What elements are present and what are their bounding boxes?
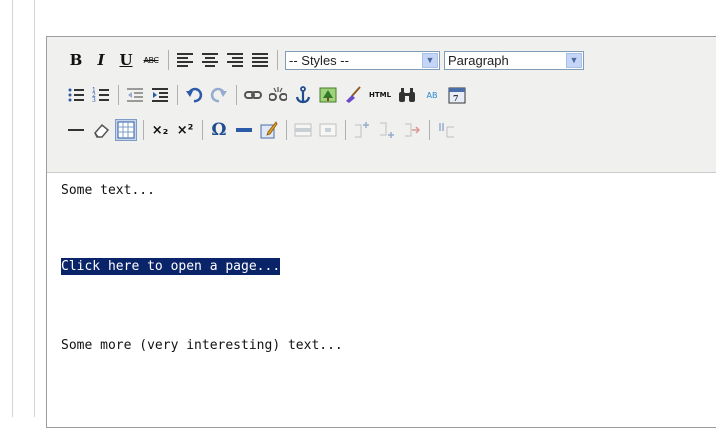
rich-text-editor: B I U ABC -- Styles -- ▼ Paragraph ▼ 1 2… bbox=[46, 36, 716, 428]
insert-row-after-button[interactable] bbox=[376, 119, 398, 141]
link-icon bbox=[244, 91, 262, 99]
indent-icon bbox=[152, 88, 168, 102]
format-select[interactable]: Paragraph ▼ bbox=[444, 50, 584, 70]
insert-row-after-icon bbox=[380, 122, 394, 138]
remove-format-button[interactable] bbox=[90, 119, 112, 141]
table-grid-icon bbox=[117, 121, 135, 139]
superscript-button[interactable]: ×² bbox=[174, 119, 196, 141]
horizontal-rule-button[interactable] bbox=[65, 119, 87, 141]
svg-text:3: 3 bbox=[92, 97, 96, 104]
align-left-icon bbox=[177, 53, 193, 67]
numbered-list-icon: 123 bbox=[92, 87, 109, 104]
undo-icon bbox=[186, 87, 203, 103]
insert-link-button[interactable] bbox=[242, 84, 264, 106]
left-divider bbox=[12, 0, 13, 417]
find-button[interactable] bbox=[396, 84, 418, 106]
outdent-icon bbox=[127, 88, 143, 102]
edit-css-button[interactable] bbox=[258, 119, 280, 141]
table-row-props-button[interactable] bbox=[292, 119, 314, 141]
left-divider-2 bbox=[34, 0, 35, 417]
svg-text:7: 7 bbox=[453, 93, 459, 103]
insert-column-before-button[interactable] bbox=[435, 119, 457, 141]
insert-row-before-button[interactable] bbox=[351, 119, 373, 141]
editor-toolbar: B I U ABC -- Styles -- ▼ Paragraph ▼ 1 2… bbox=[47, 37, 716, 173]
image-icon bbox=[319, 87, 337, 103]
subscript-button[interactable]: ×₂ bbox=[149, 119, 171, 141]
chevron-down-icon[interactable]: ▼ bbox=[566, 52, 582, 68]
align-justify-button[interactable] bbox=[249, 49, 271, 71]
pencil-icon bbox=[260, 121, 278, 139]
insert-column-icon bbox=[439, 123, 454, 138]
table-cell-props-button[interactable] bbox=[317, 119, 339, 141]
indent-button[interactable] bbox=[149, 84, 171, 106]
strikethrough-button[interactable]: ABC bbox=[140, 49, 162, 71]
align-right-button[interactable] bbox=[224, 49, 246, 71]
styles-select-value: -- Styles -- bbox=[289, 52, 349, 68]
format-select-value: Paragraph bbox=[448, 52, 509, 68]
paragraph-text: Some more (very interesting) text... bbox=[61, 338, 343, 353]
toolbar-separator bbox=[236, 85, 237, 105]
cleanup-button[interactable] bbox=[342, 84, 364, 106]
redo-button[interactable] bbox=[208, 84, 230, 106]
selected-link-paragraph[interactable]: Click here to open a page... bbox=[61, 258, 281, 275]
bold-button[interactable]: B bbox=[65, 49, 87, 71]
horizontal-rule-blue-icon bbox=[236, 128, 252, 132]
styles-select[interactable]: -- Styles -- ▼ bbox=[285, 50, 440, 70]
toolbar-separator bbox=[286, 120, 287, 140]
outdent-button[interactable] bbox=[124, 84, 146, 106]
bullet-list-button[interactable] bbox=[65, 84, 87, 106]
toolbar-separator bbox=[345, 120, 346, 140]
chevron-down-icon[interactable]: ▼ bbox=[422, 52, 438, 68]
toolbar-row-1: B I U ABC -- Styles -- ▼ Paragraph ▼ bbox=[65, 47, 584, 73]
bullet-list-icon bbox=[68, 88, 84, 102]
toolbar-separator bbox=[118, 85, 119, 105]
toolbar-separator bbox=[143, 120, 144, 140]
align-center-icon bbox=[202, 53, 218, 67]
table-row-icon bbox=[294, 123, 312, 137]
html-source-button[interactable]: HTML bbox=[367, 84, 393, 106]
redo-icon bbox=[210, 87, 227, 103]
toolbar-separator bbox=[277, 50, 278, 70]
anchor-icon bbox=[295, 86, 311, 104]
page-break-button[interactable] bbox=[233, 119, 255, 141]
toolbar-separator bbox=[429, 120, 430, 140]
align-left-button[interactable] bbox=[174, 49, 196, 71]
italic-button[interactable]: I bbox=[90, 49, 112, 71]
undo-button[interactable] bbox=[183, 84, 205, 106]
insert-image-button[interactable] bbox=[317, 84, 339, 106]
eraser-icon bbox=[94, 123, 110, 138]
insert-date-button[interactable]: 7 bbox=[446, 84, 468, 106]
align-justify-icon bbox=[252, 53, 268, 67]
toolbar-separator bbox=[177, 85, 178, 105]
delete-row-icon bbox=[405, 123, 421, 137]
binoculars-icon bbox=[399, 88, 415, 102]
paragraph-text: Some text... bbox=[61, 183, 155, 198]
visual-aid-button[interactable] bbox=[115, 119, 137, 141]
horizontal-rule-icon bbox=[68, 129, 84, 131]
toolbar-row-2: 123 HTML AB 7 bbox=[65, 82, 471, 108]
broom-icon bbox=[346, 86, 361, 103]
numbered-list-button[interactable]: 123 bbox=[90, 84, 112, 106]
table-cell-icon bbox=[319, 123, 337, 137]
replace-button[interactable]: AB bbox=[421, 84, 443, 106]
anchor-button[interactable] bbox=[292, 84, 314, 106]
calendar-icon: 7 bbox=[448, 87, 466, 104]
selected-link-text[interactable]: Click here to open a page... bbox=[61, 258, 281, 275]
align-right-icon bbox=[227, 53, 243, 67]
toolbar-separator bbox=[202, 120, 203, 140]
special-character-button[interactable]: Ω bbox=[208, 119, 230, 141]
toolbar-separator bbox=[168, 50, 169, 70]
underline-button[interactable]: U bbox=[115, 49, 137, 71]
align-center-button[interactable] bbox=[199, 49, 221, 71]
delete-row-button[interactable] bbox=[401, 119, 423, 141]
insert-row-before-icon bbox=[355, 122, 369, 138]
unlink-button[interactable] bbox=[267, 84, 289, 106]
toolbar-row-3: ×₂ ×² Ω bbox=[65, 117, 460, 143]
unlink-icon bbox=[269, 87, 287, 101]
